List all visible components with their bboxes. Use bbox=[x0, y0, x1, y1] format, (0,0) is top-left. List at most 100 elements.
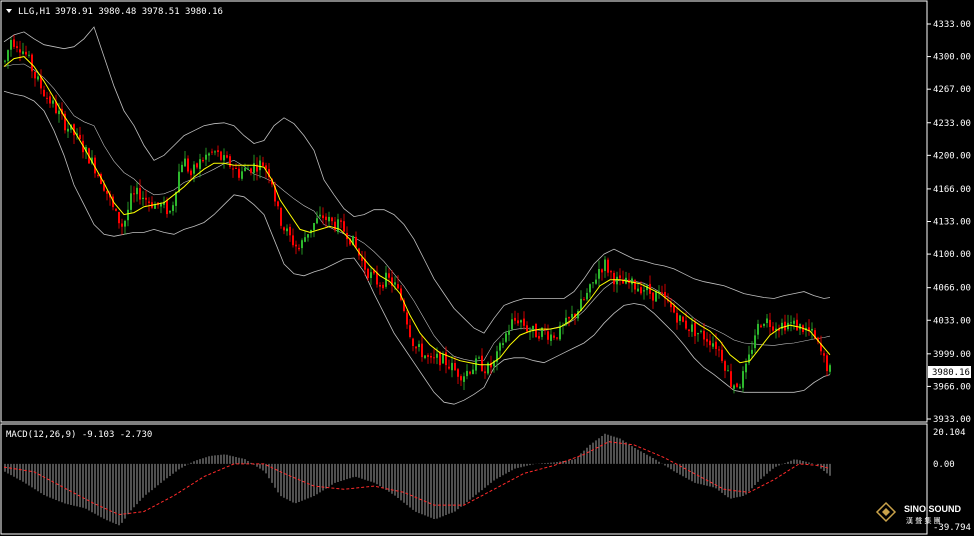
candle-body bbox=[217, 150, 219, 152]
candle-body bbox=[721, 349, 723, 361]
candle-body bbox=[379, 285, 381, 287]
price-axis-label: 4200.00 bbox=[933, 151, 971, 161]
candle-body bbox=[736, 383, 738, 387]
candle-body bbox=[388, 273, 390, 278]
ohlc-values: 3978.91 3980.48 3978.51 3980.16 bbox=[55, 7, 223, 17]
price-axis-label: 3933.00 bbox=[933, 415, 971, 425]
candle-body bbox=[49, 96, 51, 104]
candle-body bbox=[532, 325, 534, 331]
current-price-label: 3980.16 bbox=[932, 368, 970, 378]
candle-body bbox=[196, 163, 198, 168]
candle-body bbox=[166, 200, 168, 215]
candle-body bbox=[148, 201, 150, 203]
candle-body bbox=[700, 330, 702, 332]
candle-body bbox=[376, 272, 378, 285]
price-axis-label: 3966.00 bbox=[933, 382, 971, 392]
candle-body bbox=[520, 320, 522, 323]
candle-body bbox=[187, 158, 189, 172]
candle-body bbox=[442, 353, 444, 364]
candle-body bbox=[811, 328, 813, 331]
candle-body bbox=[682, 316, 684, 322]
candle-body bbox=[637, 288, 639, 292]
candle-body bbox=[367, 268, 369, 278]
candle-body bbox=[43, 89, 45, 97]
candle-body bbox=[445, 352, 447, 366]
candle-body bbox=[52, 100, 54, 104]
candle-body bbox=[823, 353, 825, 356]
candle-body bbox=[214, 151, 216, 153]
candle-body bbox=[118, 212, 120, 224]
symbol-label: LLG,H1 bbox=[18, 7, 51, 17]
candle-body bbox=[829, 365, 831, 372]
candle-body bbox=[238, 168, 240, 178]
candle-body bbox=[631, 278, 633, 285]
candle-body bbox=[340, 220, 342, 222]
candle-body bbox=[127, 209, 129, 221]
candle-body bbox=[208, 153, 210, 156]
candle-body bbox=[199, 159, 201, 169]
candle-body bbox=[16, 46, 18, 48]
candle-body bbox=[160, 204, 162, 207]
candle-body bbox=[133, 193, 135, 195]
candle-body bbox=[598, 269, 600, 279]
candle-body bbox=[718, 349, 720, 351]
candle-body bbox=[115, 208, 117, 211]
candle-body bbox=[220, 151, 222, 160]
macd-axis-label: 20.104 bbox=[933, 428, 966, 438]
candle-body bbox=[262, 162, 264, 166]
candle-body bbox=[760, 325, 762, 328]
candle-body bbox=[184, 158, 186, 167]
candle-body bbox=[4, 60, 6, 62]
candle-body bbox=[454, 363, 456, 371]
candle-body bbox=[415, 346, 417, 349]
candle-body bbox=[121, 223, 123, 227]
candle-body bbox=[481, 355, 483, 372]
candle-body bbox=[601, 269, 603, 273]
candle-body bbox=[451, 362, 453, 371]
candle-body bbox=[409, 325, 411, 337]
candle-body bbox=[466, 370, 468, 377]
candle-body bbox=[535, 324, 537, 338]
candle-body bbox=[652, 292, 654, 301]
candle-body bbox=[604, 259, 606, 271]
candle-body bbox=[7, 50, 9, 61]
candle-body bbox=[322, 215, 324, 219]
candle-body bbox=[424, 355, 426, 359]
candle-body bbox=[691, 324, 693, 332]
candle-body bbox=[748, 354, 750, 363]
candle-body bbox=[427, 355, 429, 357]
candle-body bbox=[676, 312, 678, 323]
macd-label: MACD(12,26,9) -9.103 -2.730 bbox=[6, 430, 152, 440]
candle-body bbox=[688, 329, 690, 331]
candle-body bbox=[58, 110, 60, 115]
candle-body bbox=[715, 341, 717, 349]
candle-body bbox=[67, 128, 69, 132]
price-axis-label: 4100.00 bbox=[933, 250, 971, 260]
candle-body bbox=[250, 168, 252, 173]
candle-body bbox=[685, 320, 687, 329]
candle-body bbox=[463, 376, 465, 382]
candle-body bbox=[193, 164, 195, 174]
candle-body bbox=[283, 227, 285, 231]
candle-body bbox=[142, 197, 144, 199]
candle-body bbox=[766, 318, 768, 323]
candle-body bbox=[304, 237, 306, 242]
candle-body bbox=[136, 187, 138, 195]
trading-chart[interactable]: LLG,H1 3978.91 3980.48 3978.51 3980.16 4… bbox=[0, 0, 974, 536]
candle-body bbox=[724, 361, 726, 371]
candle-body bbox=[472, 369, 474, 375]
candle-body bbox=[556, 337, 558, 339]
candle-body bbox=[730, 371, 732, 387]
candle-body bbox=[97, 175, 99, 177]
candle-body bbox=[568, 317, 570, 319]
candle-body bbox=[178, 171, 180, 193]
candle-body bbox=[697, 333, 699, 335]
price-axis-label: 4333.00 bbox=[933, 20, 971, 30]
candle-body bbox=[679, 315, 681, 321]
candle-body bbox=[334, 221, 336, 231]
candle-body bbox=[316, 218, 318, 224]
candle-body bbox=[418, 344, 420, 347]
price-axis-label: 4133.00 bbox=[933, 218, 971, 228]
candle-body bbox=[763, 324, 765, 326]
candle-body bbox=[325, 216, 327, 220]
